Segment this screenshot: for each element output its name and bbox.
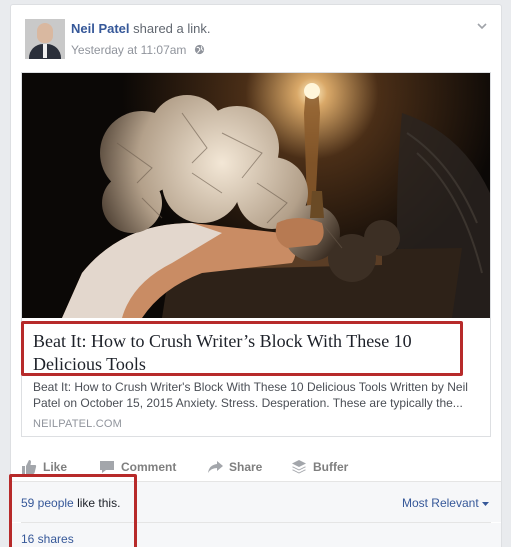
- globe-icon[interactable]: [194, 44, 205, 58]
- engagement-highlight-box: [9, 474, 137, 547]
- link-description: Beat It: How to Crush Writer's Block Wit…: [33, 380, 468, 410]
- title-highlight-box: [21, 321, 463, 376]
- link-domain: NEILPATEL.COM: [33, 418, 122, 430]
- post-meta: Yesterday at 11:07am: [71, 43, 205, 58]
- link-preview-image[interactable]: [22, 73, 490, 318]
- post-timestamp[interactable]: Yesterday at 11:07am: [71, 43, 186, 57]
- share-label: Share: [229, 460, 263, 474]
- share-button[interactable]: Share: [207, 455, 262, 479]
- caret-down-icon: [482, 496, 489, 510]
- link-preview[interactable]: Beat It: How to Crush Writer’s Block Wit…: [21, 72, 491, 437]
- post-card: Neil Patel shared a link. Yesterday at 1…: [9, 4, 502, 547]
- like-label: Like: [43, 460, 68, 474]
- author-name[interactable]: Neil Patel: [71, 21, 130, 36]
- share-arrow-icon: [208, 461, 223, 473]
- author-avatar[interactable]: [25, 19, 65, 59]
- buffer-label: Buffer: [313, 460, 349, 474]
- comment-label: Comment: [121, 460, 177, 474]
- sort-label: Most Relevant: [401, 496, 479, 510]
- thumbs-up-icon: [22, 460, 37, 474]
- buffer-stack-icon: [292, 460, 306, 474]
- buffer-button[interactable]: Buffer: [291, 455, 348, 479]
- comment-sort-dropdown[interactable]: Most Relevant: [402, 496, 489, 510]
- post-header: Neil Patel shared a link.: [71, 21, 210, 36]
- post-options-chevron-icon[interactable]: [475, 19, 489, 33]
- post-action-text: shared a link.: [133, 21, 211, 36]
- comment-icon: [100, 461, 114, 473]
